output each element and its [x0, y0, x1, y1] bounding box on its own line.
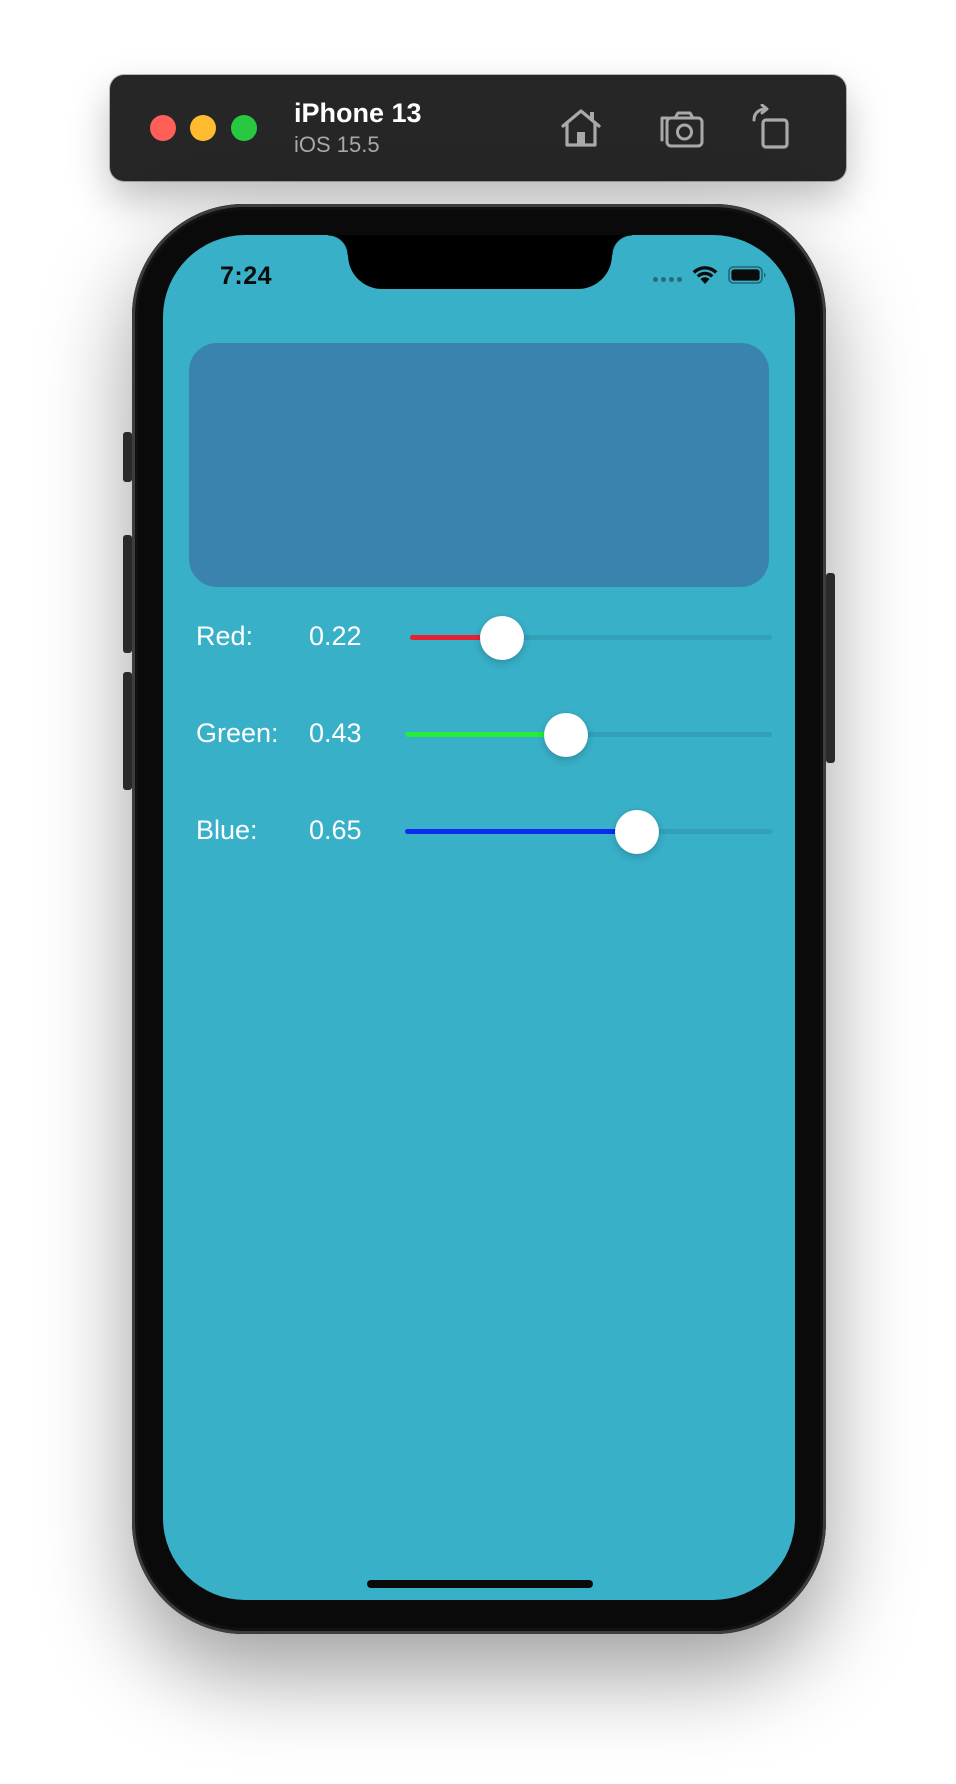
blue-row: Blue: 0.65	[163, 801, 795, 861]
red-slider[interactable]	[410, 607, 772, 667]
red-value: 0.22	[309, 621, 362, 651]
screenshot-button[interactable]	[658, 104, 706, 152]
cellular-signal-icon	[653, 276, 682, 282]
mute-switch	[123, 432, 132, 482]
simulator-toolbar	[110, 75, 846, 181]
status-icons	[653, 263, 768, 287]
blue-value: 0.65	[309, 815, 362, 845]
green-row: Green: 0.43	[163, 704, 795, 764]
color-preview	[189, 343, 769, 587]
blue-label: Blue:	[196, 815, 258, 845]
rotate-icon	[752, 103, 789, 149]
status-time: 7:24	[220, 262, 273, 290]
home-button[interactable]	[557, 104, 605, 152]
window-close-button[interactable]	[150, 115, 176, 141]
volume-down-button	[123, 672, 132, 790]
red-label: Red:	[196, 621, 254, 651]
slider-fill	[405, 732, 566, 737]
volume-up-button	[123, 535, 132, 653]
screenshot-icon	[660, 111, 704, 148]
device-name: iPhone 13	[294, 98, 422, 128]
slider-thumb[interactable]	[479, 616, 524, 660]
rotate-button[interactable]	[748, 103, 796, 152]
slider-thumb[interactable]	[543, 713, 588, 757]
home-icon	[561, 109, 601, 147]
slider-fill	[405, 829, 637, 834]
red-row: Red: 0.22	[163, 607, 795, 667]
window-zoom-button[interactable]	[231, 115, 257, 141]
notch	[328, 235, 632, 289]
green-label: Green:	[196, 718, 279, 748]
slider-thumb[interactable]	[614, 810, 659, 854]
simulator-window: iPhone 13 iOS 15.5 7:24 Red: 0.22 Green:…	[0, 0, 956, 1784]
phone-screen: 7:24 Red: 0.22 Green: 0.43 Blue: 0.65	[163, 235, 795, 1600]
window-minimize-button[interactable]	[190, 115, 216, 141]
blue-slider[interactable]	[405, 801, 772, 861]
green-slider[interactable]	[405, 704, 772, 764]
green-value: 0.43	[309, 718, 362, 748]
home-indicator	[367, 1580, 593, 1588]
wifi-icon	[692, 266, 718, 284]
battery-icon	[728, 266, 766, 284]
os-version: iOS 15.5	[294, 132, 380, 157]
side-button	[826, 573, 835, 763]
